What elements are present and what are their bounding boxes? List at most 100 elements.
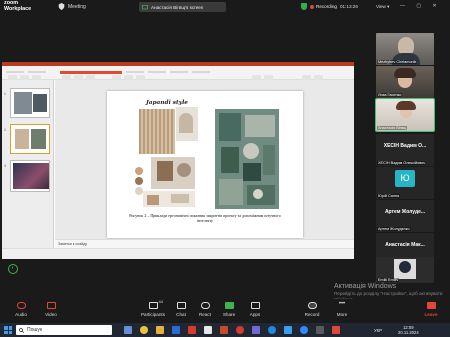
encryption-shield-icon[interactable] [301,3,307,10]
taskbar-clock[interactable]: 12:09 20.11.2024 [398,325,419,335]
zoom-logo: zoom Workplace [4,0,32,12]
slide-caption: Рисунок 2 – Приклади ергономічні показни… [129,213,281,223]
participant-tile[interactable]: Ю Юрій Санна [376,167,434,199]
windows-start-icon[interactable] [4,326,12,334]
participant-video-tile[interactable]: Лиза Гасенко [376,66,434,98]
participant-name: Лиза Гасенко [377,93,403,97]
slide-number: 1 [4,92,6,96]
video-button[interactable]: Video [34,302,68,317]
task-view-icon[interactable] [124,326,132,334]
audio-label: Audio [15,312,27,317]
slide-thumbnail-selected[interactable] [10,124,50,154]
chat-label: Chat [176,312,186,317]
microphone-muted-icon [16,302,26,309]
edge-icon[interactable] [268,326,276,334]
meeting-info-button[interactable]: Meeting [58,3,86,10]
windows-taskbar: Пошук УКР 12:09 20.11.2024 [0,323,450,337]
record-button[interactable]: Record [295,302,329,317]
participant-video-tile[interactable]: Emilli Emiliv [376,257,434,283]
window-controls[interactable]: — ▢ ✕ [400,3,442,9]
participant-avatar: Ю [395,170,415,187]
view-button[interactable]: View ▾ [376,4,389,10]
more-dots-icon: ••• [338,301,346,307]
participant-display-name: Анастасія Мак... [385,242,425,248]
watermark-title: Активація Windows [334,283,397,290]
participant-tile[interactable]: ХЕСІН Вадим О... ХЕСІН Вадим Олексійович [376,134,434,166]
meeting-timer: 01:13:26 [340,4,358,9]
meeting-label: Meeting [68,3,86,10]
apps-label: Apps [249,312,261,317]
participant-video-tile[interactable]: Mezhybev Chelamonik [376,33,434,65]
app-icon[interactable] [332,326,340,334]
app-icon[interactable] [316,326,324,334]
word-icon[interactable] [172,326,180,334]
apps-grid-icon [250,302,260,309]
slide-thumbnail[interactable] [10,160,50,192]
teams-icon[interactable] [252,326,260,334]
participants-count: 44 [158,299,163,304]
participant-name: Артем Жолудєнко [377,227,411,231]
ribbon-active-tab-marker [60,71,122,74]
slide-number: 2 [4,128,6,132]
language-indicator[interactable]: УКР [374,328,382,333]
ribbon-tab[interactable] [192,71,210,73]
zoom-meeting-toolbar: Audio Video 44 Participants Chat React S… [0,299,450,323]
mail-icon[interactable] [284,326,292,334]
slide-thumbnail[interactable] [10,88,50,118]
monitor-icon [142,4,148,9]
powerpoint-ribbon [2,66,354,82]
recording-indicator[interactable]: Recording [310,4,337,9]
video-camera-off-icon [46,302,56,309]
share-label: Share [222,312,236,317]
ribbon-tab[interactable] [28,71,46,73]
current-slide[interactable]: Japandi style Рисунок 2 – Приклади ергон… [107,91,303,238]
view-label: View [376,4,386,9]
leave-button[interactable]: Leave [414,302,448,317]
smiley-icon [200,302,210,309]
audio-button[interactable]: Audio [4,302,38,317]
search-icon [19,327,24,333]
participant-name: Анастасія Вігвщ [377,126,408,130]
zoom-top-bar: zoom Workplace Meeting Анастасія Вігвщ's… [0,0,450,14]
screen-share-indicator[interactable]: Анастасія Вігвщ's screen [139,2,226,12]
moodboard-title: Japandi style [146,100,188,106]
powerpoint-icon[interactable] [220,326,228,334]
share-screen-icon [224,302,234,309]
file-explorer-icon[interactable] [156,326,164,334]
chrome-icon[interactable] [140,326,148,334]
opera-icon[interactable] [236,326,244,334]
chat-bubble-icon [176,302,186,309]
search-placeholder: Пошук [27,327,43,333]
zoom-taskbar-icon[interactable] [300,326,308,334]
participant-video-tile-active-speaker[interactable]: Анастасія Вігвщ [375,98,435,132]
ribbon-tab[interactable] [126,71,144,73]
leave-label: Leave [424,312,438,317]
participant-tile[interactable]: Артем Жолуде... Артем Жолудєнко [376,200,434,232]
ribbon-tab[interactable] [6,71,24,73]
more-button[interactable]: ••• More [325,301,359,317]
slide-number: 3 [4,164,6,168]
share-label: Анастасія Вігвщ's screen [151,4,204,10]
more-label: More [336,312,348,317]
brand-line2: Workplace [4,5,32,12]
participant-display-name: Артем Жолуде... [384,209,426,215]
participants-icon: 44 [148,299,163,309]
live-transcript-icon[interactable]: ◐ [8,264,18,274]
apps-button[interactable]: Apps [238,302,272,317]
ribbon-tab[interactable] [148,71,166,73]
clock-date: 20.11.2024 [398,330,419,335]
recording-dot-icon [310,4,314,9]
powerpoint-status-bar [2,248,354,259]
participant-name: Emilli Emiliv [377,278,400,282]
slide-thumbnails-pane: 1 2 3 [2,80,54,248]
office-icon[interactable] [188,326,196,334]
leave-icon [426,302,436,309]
notepad-icon[interactable] [204,326,212,334]
participant-name: Mezhybev Chelamonik [377,60,418,64]
participant-display-name: ХЕСІН Вадим О... [383,143,427,149]
participants-label: Participants [140,312,165,317]
slide-notes-field[interactable]: Заметки к слайду [55,239,354,248]
ribbon-tab[interactable] [170,71,188,73]
participant-name: ХЕСІН Вадим Олексійович [377,161,427,165]
taskbar-search-box[interactable]: Пошук [16,325,112,335]
